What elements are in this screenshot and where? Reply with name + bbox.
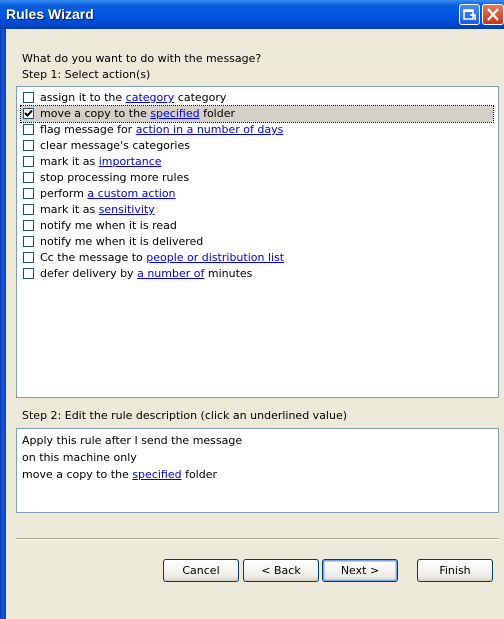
back-button[interactable]: < Back [243,559,319,582]
window-title: Rules Wizard [6,6,94,22]
action-checkbox[interactable] [23,204,34,215]
action-text-suffix: minutes [204,267,253,280]
action-text: assign it to the [40,91,126,104]
action-label: mark it as importance [40,154,162,170]
action-text: defer delivery by [40,267,138,280]
action-label: defer delivery by a number of minutes [40,266,252,282]
close-button[interactable] [482,4,504,25]
action-text: stop processing more rules [40,171,190,184]
action-row[interactable]: clear message's categories [21,138,493,154]
step1-label: Step 1: Select action(s) [22,68,151,81]
restore-button[interactable] [459,4,480,25]
action-row[interactable]: notify me when it is read [21,218,493,234]
action-value-link[interactable]: action in a number of days [136,123,284,136]
action-label: perform a custom action [40,186,176,202]
action-row[interactable]: perform a custom action [21,186,493,202]
action-text-suffix: folder [199,107,236,120]
action-row[interactable]: mark it as sensitivity [21,202,493,218]
action-text: move a copy to the [40,107,151,120]
action-row[interactable]: mark it as importance [21,154,493,170]
action-label: clear message's categories [40,138,190,154]
action-row[interactable]: flag message for action in a number of d… [21,122,493,138]
description-line-2: on this machine only [22,451,137,464]
action-text: flag message for [40,123,136,136]
action-row[interactable]: move a copy to the specified folder [20,105,494,123]
action-row[interactable]: defer delivery by a number of minutes [21,266,493,282]
action-value-link[interactable]: category [126,91,175,104]
action-text: mark it as [40,203,99,216]
finish-button[interactable]: Finish [417,559,493,582]
action-row[interactable]: stop processing more rules [21,170,493,186]
action-label: notify me when it is delivered [40,234,203,250]
title-bar[interactable]: Rules Wizard [0,0,504,29]
action-row[interactable]: assign it to the category category [21,90,493,106]
action-text: notify me when it is delivered [40,235,204,248]
action-label: move a copy to the specified folder [40,106,235,122]
step2-label: Step 2: Edit the rule description (click… [22,409,348,422]
action-text: notify me when it is read [40,219,177,232]
action-label: notify me when it is read [40,218,177,234]
action-text-suffix: category [174,91,227,104]
rule-description-box: Apply this rule after I send the message… [16,428,499,513]
rules-wizard-window: Rules Wizard What do you want to do with… [0,0,504,619]
action-row[interactable]: Cc the message to people or distribution… [21,250,493,266]
restore-icon [463,9,476,20]
action-value-link[interactable]: people or distribution list [146,251,284,264]
action-checkbox[interactable] [23,92,34,103]
action-checkbox[interactable] [23,140,34,151]
action-checkbox[interactable] [23,188,34,199]
description-line-3: move a copy to the specified folder [22,468,217,481]
action-text: clear message's categories [40,139,190,152]
action-checkbox[interactable] [23,236,34,247]
action-label: flag message for action in a number of d… [40,122,283,138]
action-label: Cc the message to people or distribution… [40,250,284,266]
action-checkbox[interactable] [23,220,34,231]
action-value-link[interactable]: a number of [137,267,204,280]
action-value-link[interactable]: importance [99,155,162,168]
window-frame-left [0,29,6,619]
action-checkbox[interactable] [23,156,34,167]
action-checkbox[interactable] [23,252,34,263]
next-button[interactable]: Next > [322,559,398,582]
actions-list[interactable]: assign it to the category category move a… [16,86,499,398]
action-checkbox[interactable] [23,124,34,135]
specified-folder-link[interactable]: specified [132,468,181,481]
action-checkbox[interactable] [23,268,34,279]
cancel-button[interactable]: Cancel [163,559,239,582]
action-text: mark it as [40,155,99,168]
action-checkbox[interactable] [23,172,34,183]
action-value-link[interactable]: a custom action [87,187,175,200]
action-text: Cc the message to [40,251,147,264]
action-label: assign it to the category category [40,90,226,106]
action-label: stop processing more rules [40,170,189,186]
description-line-3-text: move a copy to the [22,468,133,481]
action-label: mark it as sensitivity [40,202,155,218]
action-row[interactable]: notify me when it is delivered [21,234,493,250]
description-line-3-suffix: folder [181,468,218,481]
prompt-text: What do you want to do with the message? [22,52,262,65]
description-line-1: Apply this rule after I send the message [22,434,243,447]
button-separator [16,538,499,540]
action-text: perform [40,187,88,200]
action-value-link[interactable]: specified [150,107,199,120]
close-icon [487,8,499,21]
checkmark-icon [24,109,33,117]
action-value-link[interactable]: sensitivity [99,203,155,216]
action-checkbox[interactable] [23,108,34,119]
